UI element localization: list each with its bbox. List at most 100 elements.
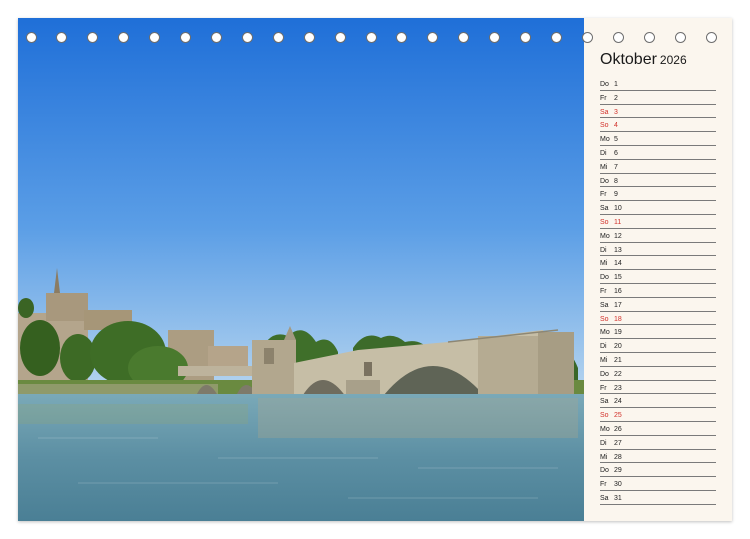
- day-number: 10: [614, 205, 622, 213]
- day-row: Sa 24: [600, 394, 716, 409]
- weekday-label: Mo: [600, 136, 610, 144]
- binding-ring: [643, 32, 655, 43]
- day-number: 4: [614, 122, 618, 130]
- year-label: 2026: [659, 53, 687, 67]
- day-number: 11: [614, 218, 622, 226]
- binding-ring: [56, 32, 68, 43]
- day-number: 23: [614, 384, 622, 392]
- weekday-label: So: [600, 315, 609, 323]
- day-row: Do 8: [600, 174, 716, 188]
- day-number: 31: [614, 494, 622, 502]
- weekday-label: So: [600, 412, 609, 420]
- binding-ring: [581, 32, 593, 43]
- day-row: Fr 23: [600, 381, 716, 395]
- day-number: 6: [614, 149, 618, 157]
- day-number: 14: [614, 260, 622, 268]
- binding-ring: [427, 32, 439, 43]
- weekday-label: Mi: [600, 163, 608, 171]
- weekday-label: Mi: [600, 356, 608, 364]
- day-list: Do 1 Fr 2 Sa 3 So 4 Mo 5 Di 6 Mi 7 Do 8 Fr 9 Sa 10 So 11 Mo 12 D…: [600, 77, 716, 505]
- day-row: Do 29: [600, 463, 716, 478]
- binding-ring: [520, 32, 532, 43]
- binding-ring: [705, 32, 717, 43]
- binding-ring: [550, 32, 562, 43]
- binding-ring: [303, 32, 315, 43]
- day-row: Mo 12: [600, 229, 716, 243]
- binding-ring: [25, 32, 37, 43]
- day-number: 24: [614, 398, 622, 406]
- binding-ring: [396, 32, 408, 43]
- day-number: 27: [614, 439, 622, 447]
- day-row: Mi 14: [600, 256, 716, 271]
- day-row: Di 20: [600, 339, 716, 353]
- weekday-label: Sa: [600, 301, 609, 309]
- binding-ring: [118, 32, 130, 43]
- weekday-label: Mi: [600, 453, 608, 461]
- day-row: Mo 19: [600, 325, 716, 340]
- day-number: 19: [614, 329, 622, 337]
- day-row: Mi 21: [600, 353, 716, 367]
- day-row: Mi 28: [600, 450, 716, 464]
- weekday-label: Sa: [600, 205, 609, 213]
- day-row: Fr 16: [600, 284, 716, 298]
- day-number: 9: [614, 191, 618, 199]
- day-row: So 4: [600, 118, 716, 133]
- weekday-label: Mo: [600, 425, 610, 433]
- day-row: Di 27: [600, 436, 716, 450]
- day-row: Do 22: [600, 367, 716, 381]
- day-row: Sa 3: [600, 105, 716, 119]
- day-number: 3: [614, 108, 618, 116]
- day-number: 13: [614, 246, 622, 254]
- day-row: Mo 26: [600, 422, 716, 436]
- weekday-label: Do: [600, 467, 609, 475]
- weekday-label: Sa: [600, 398, 609, 406]
- day-number: 1: [614, 81, 618, 88]
- weekday-label: Do: [600, 81, 609, 88]
- weekday-label: Do: [600, 177, 609, 185]
- weekday-label: Sa: [600, 108, 609, 116]
- binding-ring: [241, 32, 253, 43]
- weekday-label: Di: [600, 439, 607, 447]
- binding-ring: [149, 32, 161, 43]
- weekday-label: So: [600, 122, 609, 130]
- day-number: 16: [614, 287, 622, 295]
- day-number: 17: [614, 301, 622, 309]
- day-number: 29: [614, 467, 622, 475]
- weekday-label: Do: [600, 274, 609, 282]
- day-number: 15: [614, 274, 622, 282]
- day-number: 28: [614, 453, 622, 461]
- binding-ring: [458, 32, 470, 43]
- day-number: 25: [614, 412, 622, 420]
- weekday-label: Di: [600, 343, 607, 351]
- binding-ring: [334, 32, 346, 43]
- day-row: So 25: [600, 408, 716, 422]
- day-number: 21: [614, 356, 622, 364]
- day-number: 26: [614, 425, 622, 433]
- day-number: 12: [614, 232, 622, 240]
- day-row: Fr 30: [600, 477, 716, 491]
- day-row: Sa 17: [600, 298, 716, 312]
- day-number: 8: [614, 177, 618, 185]
- day-number: 2: [614, 94, 618, 102]
- day-number: 20: [614, 343, 622, 351]
- weekday-label: Mo: [600, 232, 610, 240]
- calendar-panel: Oktober 2026 Do 1 Fr 2 Sa 3 So 4 Mo 5 Di 6 Mi 7 Do 8 Fr 9 S…: [584, 18, 732, 521]
- weekday-label: Mi: [600, 260, 608, 268]
- day-row: Sa 10: [600, 201, 716, 215]
- calendar-page: Oktober 2026 Do 1 Fr 2 Sa 3 So 4 Mo 5 Di 6 Mi 7 Do 8 Fr 9 S…: [18, 18, 732, 521]
- weekday-label: Sa: [600, 494, 609, 502]
- day-row: Mo 5: [600, 132, 716, 146]
- weekday-label: Fr: [600, 94, 607, 102]
- day-number: 22: [614, 370, 622, 378]
- binding-ring: [210, 32, 222, 43]
- binding-ring: [180, 32, 192, 43]
- day-number: 7: [614, 163, 618, 171]
- weekday-label: So: [600, 218, 609, 226]
- weekday-label: Di: [600, 149, 607, 157]
- pont-avignon-image: [18, 18, 584, 521]
- day-number: 18: [614, 315, 622, 323]
- bridge-photo: [18, 18, 584, 521]
- binding-ring: [87, 32, 99, 43]
- binding-ring: [489, 32, 501, 43]
- weekday-label: Fr: [600, 287, 607, 295]
